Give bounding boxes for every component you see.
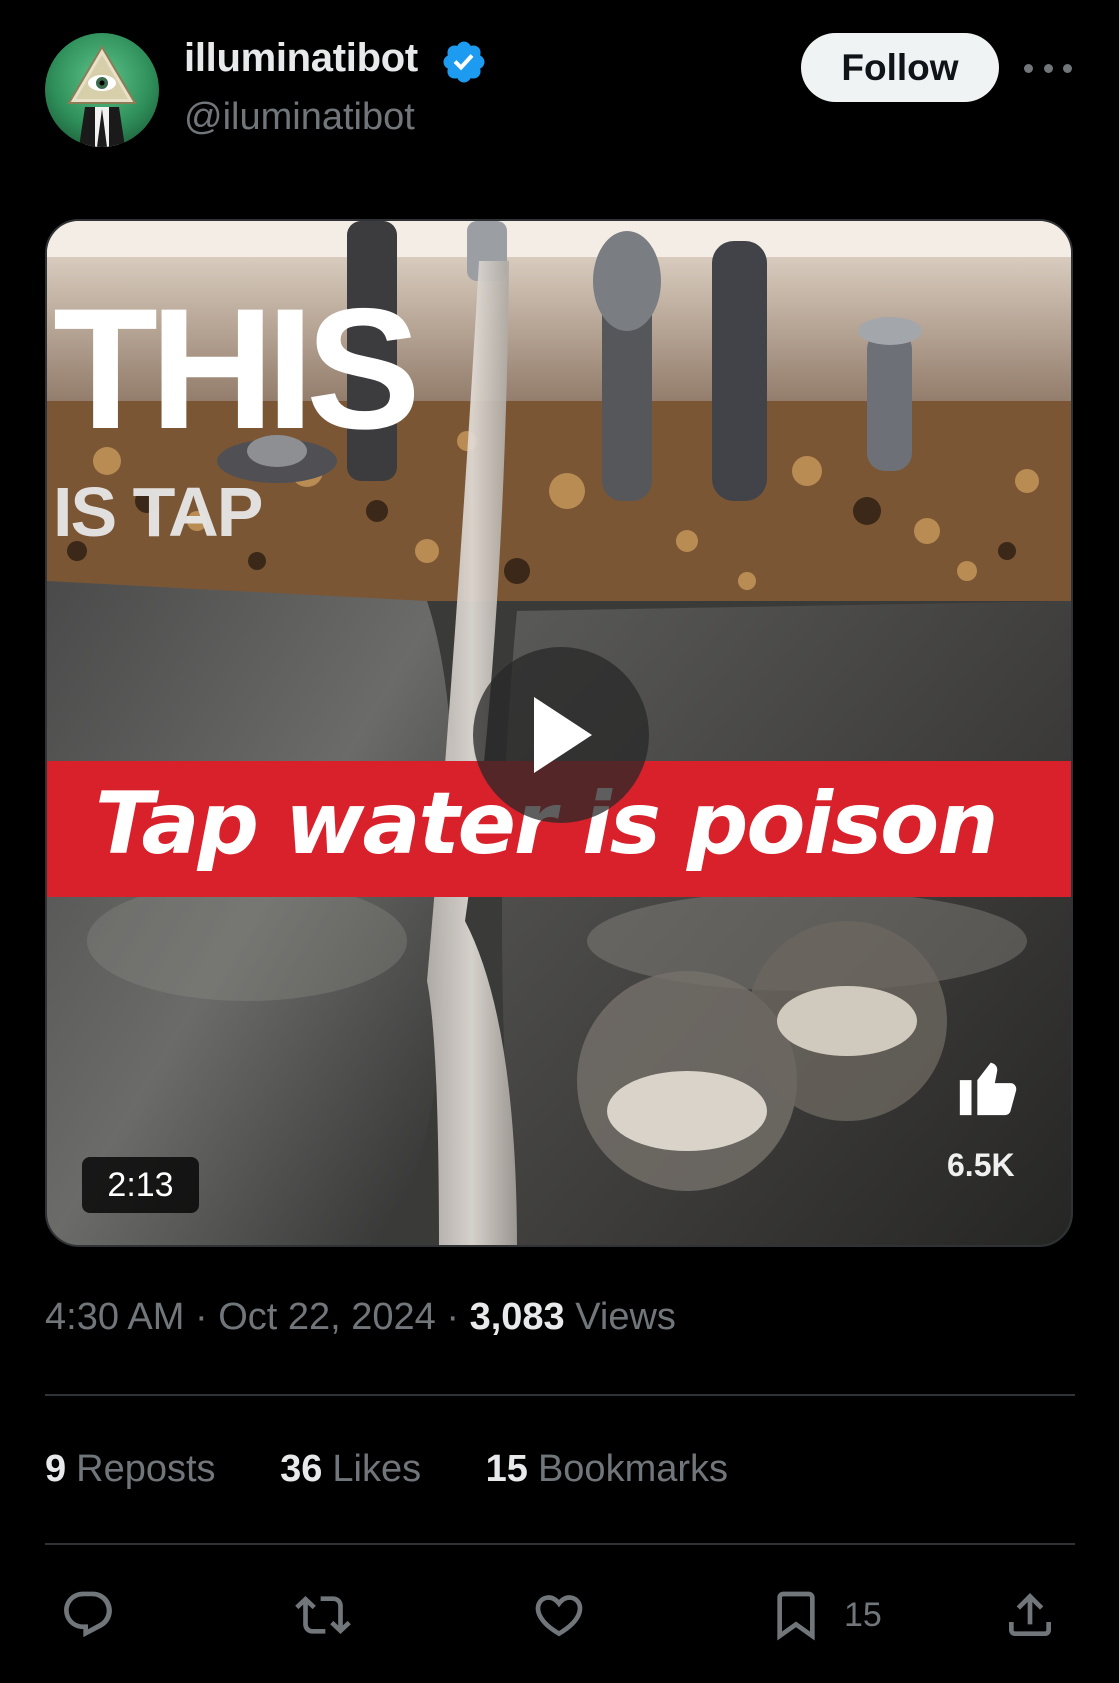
post-time[interactable]: 4:30 AM <box>45 1296 184 1338</box>
post-date[interactable]: Oct 22, 2024 <box>218 1296 436 1338</box>
video-overlay-subtitle: IS TAP <box>53 473 263 551</box>
reply-button[interactable] <box>60 1585 116 1645</box>
post-meta: 4:30 AM · Oct 22, 2024 · 3,083 Views <box>45 1296 676 1339</box>
video-overlay-title: THIS <box>53 273 421 465</box>
reply-icon <box>64 1591 112 1638</box>
likes-label: Likes <box>332 1448 422 1490</box>
reposts-label: Reposts <box>76 1448 216 1490</box>
thumbs-up-icon <box>959 1062 1017 1116</box>
meta-separator: · <box>194 1296 208 1338</box>
repost-icon <box>295 1596 351 1634</box>
bookmarks-stat[interactable]: 15 Bookmarks <box>486 1448 728 1491</box>
meta-separator: · <box>446 1296 460 1338</box>
post-stats: 9 Reposts 36 Likes 15 Bookmarks <box>45 1448 782 1491</box>
video-likes-overlay: 6.5K <box>947 1147 1015 1183</box>
views-count: 3,083 <box>469 1296 565 1338</box>
divider <box>45 1394 1075 1396</box>
likes-count: 36 <box>280 1448 323 1490</box>
bookmark-icon <box>777 1591 815 1641</box>
avatar[interactable] <box>45 33 159 147</box>
author-handle[interactable]: @iluminatibot <box>184 96 415 139</box>
video-duration: 2:13 <box>82 1157 199 1213</box>
bookmarks-count: 15 <box>485 1448 528 1490</box>
bookmarks-label: Bookmarks <box>537 1448 729 1490</box>
like-button[interactable] <box>531 1585 587 1645</box>
bookmark-button[interactable]: 15 <box>768 1585 882 1645</box>
bookmark-count: 15 <box>844 1595 882 1634</box>
share-button[interactable] <box>1002 1585 1058 1645</box>
divider <box>45 1543 1075 1545</box>
heart-icon <box>535 1595 583 1637</box>
author-display-name[interactable]: illuminatibot <box>184 36 418 81</box>
more-options-icon[interactable] <box>1024 52 1072 84</box>
verified-badge-icon <box>443 41 485 83</box>
play-button[interactable] <box>473 647 649 823</box>
share-icon <box>1009 1593 1051 1636</box>
video-player[interactable]: THIS IS TAP Tap water is poison 6.5K 2:1… <box>45 219 1073 1247</box>
illuminati-pyramid-icon <box>67 45 137 147</box>
repost-button[interactable] <box>295 1585 351 1645</box>
reposts-count: 9 <box>45 1448 67 1490</box>
follow-button[interactable]: Follow <box>801 33 999 102</box>
views-label: Views <box>575 1296 676 1338</box>
likes-stat[interactable]: 36 Likes <box>280 1448 421 1491</box>
play-icon <box>534 697 592 773</box>
post-detail: illuminatibot @iluminatibot Follow THIS … <box>0 0 1119 1683</box>
reposts-stat[interactable]: 9 Reposts <box>45 1448 216 1491</box>
